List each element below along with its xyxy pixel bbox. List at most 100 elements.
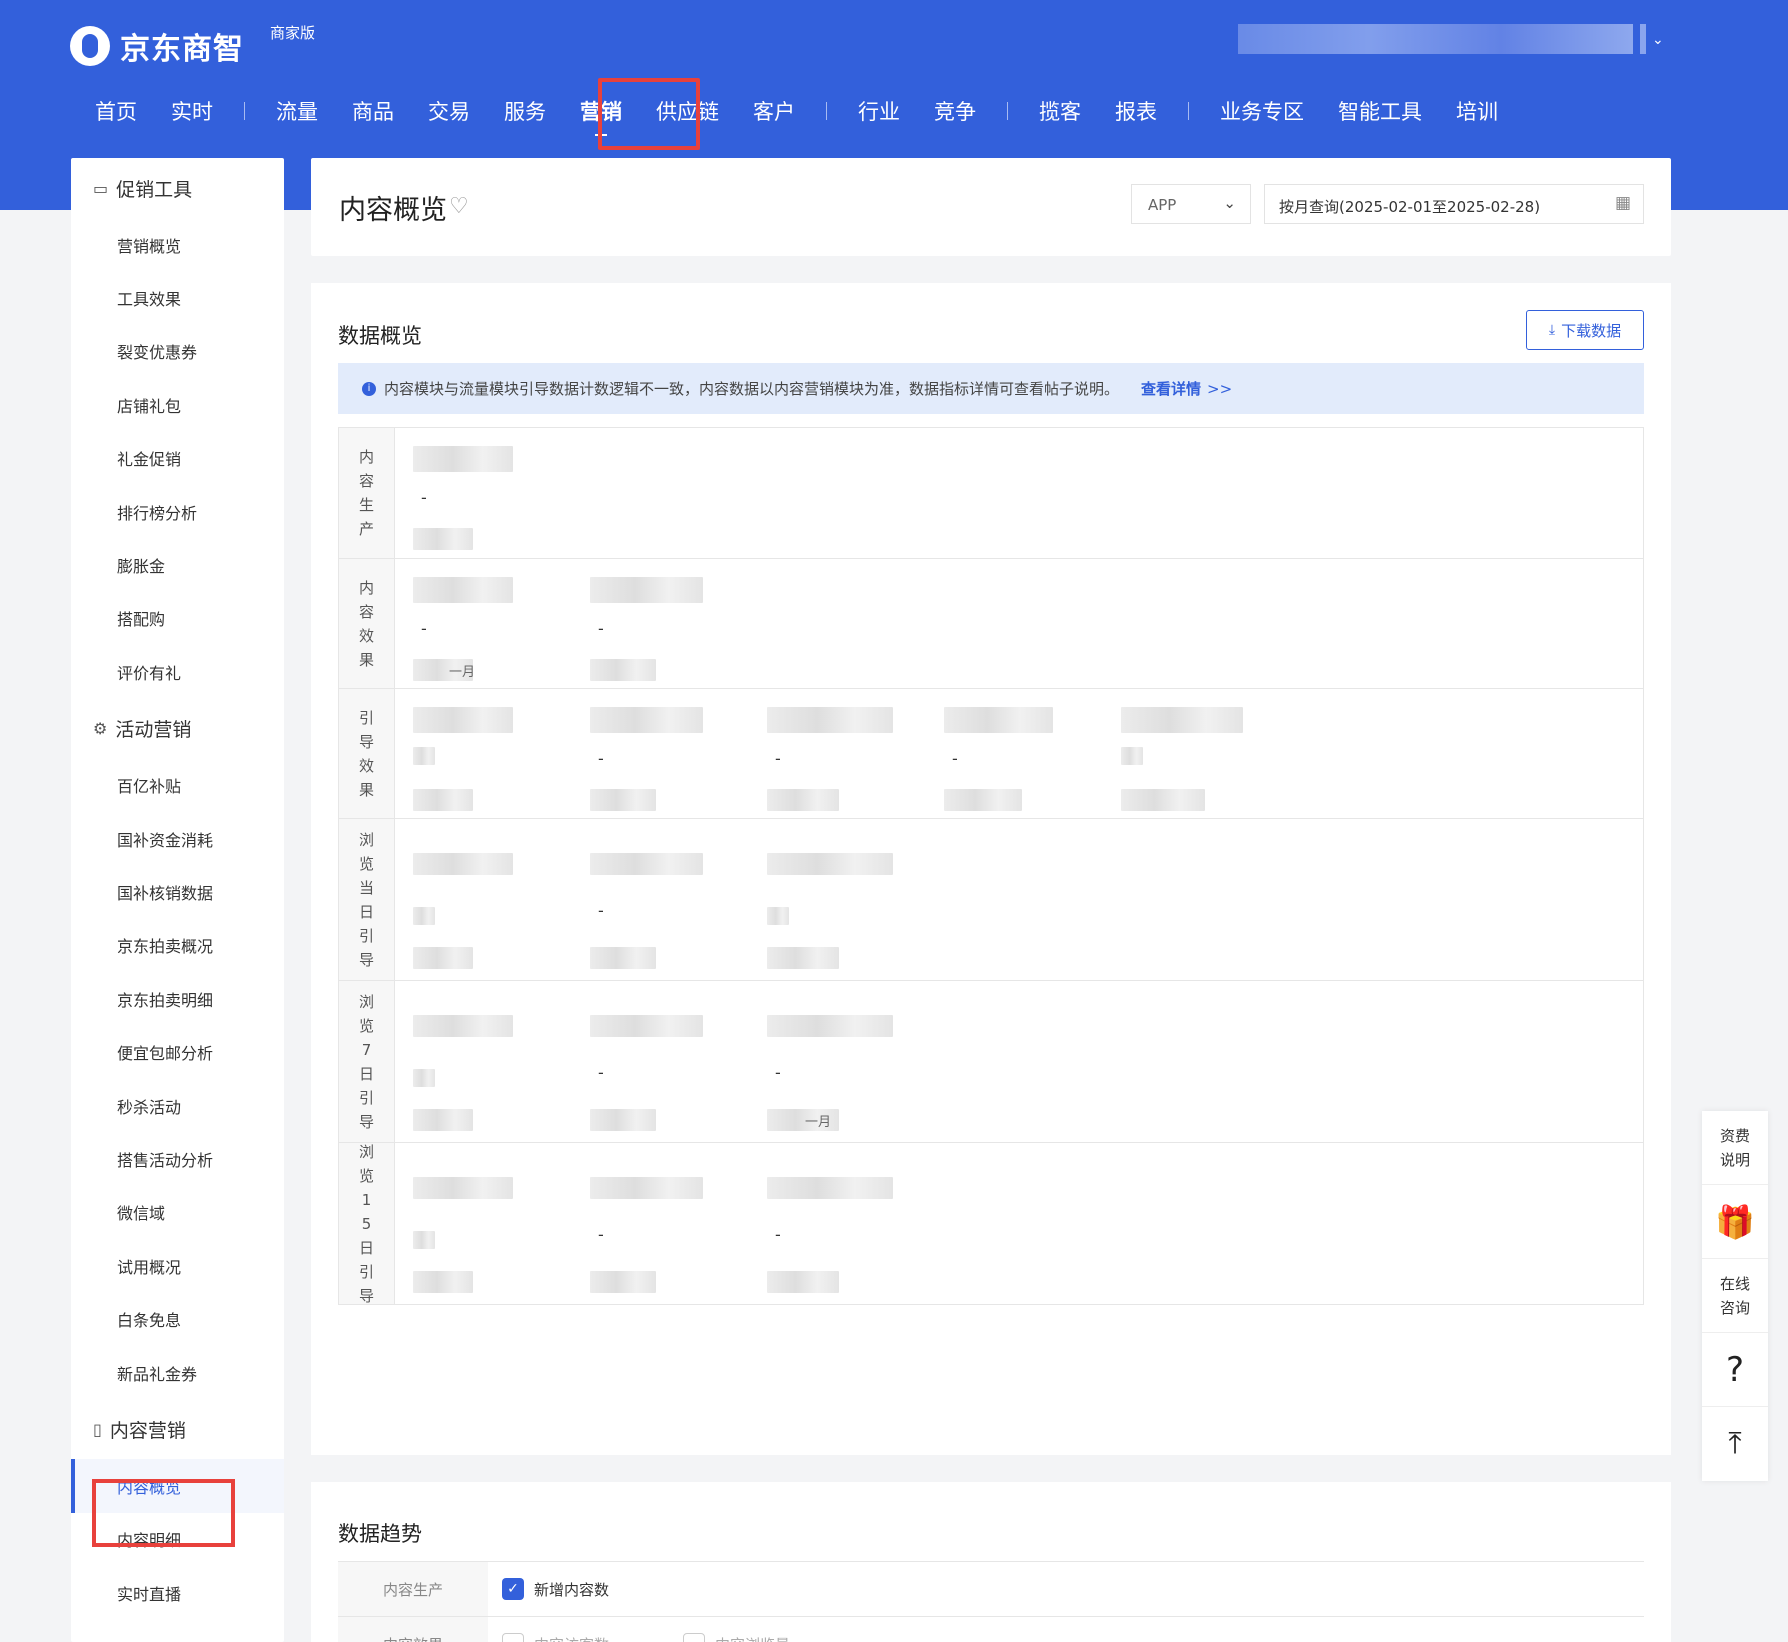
metric-cell: [767, 837, 947, 969]
sidebar-item[interactable]: 内容概览: [71, 1459, 284, 1513]
metric-cell: -: [767, 1161, 947, 1293]
sidebar-item[interactable]: 白条免息: [71, 1292, 284, 1345]
metric-cell: -: [590, 999, 770, 1131]
date-range-picker[interactable]: 按月查询(2025-02-01至2025-02-28) ▦: [1264, 184, 1644, 224]
nav-item[interactable]: 报表: [1098, 96, 1174, 126]
download-label: 下载数据: [1561, 321, 1622, 340]
page-title: 内容概览: [339, 195, 447, 226]
nav-item[interactable]: 揽客: [1022, 96, 1098, 126]
sidebar-item[interactable]: 百亿补贴: [71, 759, 284, 812]
nav-item[interactable]: 业务专区: [1203, 96, 1321, 126]
metric-row-label-text: 浏览7日引导: [358, 992, 374, 1131]
sidebar-group-label: 内容营销: [109, 1419, 186, 1442]
nav-item[interactable]: 实时: [154, 96, 230, 126]
blurred-compare-value: [590, 789, 656, 811]
trend-metric-checkbox[interactable]: 内容浏览量: [669, 1617, 790, 1642]
sidebar-item[interactable]: 搭配购: [71, 592, 284, 645]
user-account-info[interactable]: [1238, 24, 1633, 54]
sidebar-item[interactable]: 新品礼金券: [71, 1346, 284, 1399]
sidebar-item[interactable]: 便宜包邮分析: [71, 1025, 284, 1078]
favorite-heart-icon[interactable]: ♡: [449, 194, 469, 219]
logo-icon: [70, 26, 110, 66]
sidebar-item[interactable]: 排行榜分析: [71, 485, 284, 538]
sidebar-item[interactable]: 试用概况: [71, 1239, 284, 1292]
nav-item[interactable]: 智能工具: [1321, 96, 1439, 126]
download-data-button[interactable]: ⤓ 下载数据: [1526, 310, 1644, 350]
metric-cell: [1121, 707, 1301, 817]
checkbox-label: 内容浏览量: [715, 1634, 790, 1642]
sidebar-item[interactable]: 秒杀活动: [71, 1079, 284, 1132]
sidebar-item[interactable]: 内容明细: [71, 1513, 284, 1566]
metric-row-label-text: 浏览当日引导: [358, 830, 374, 969]
metric-cell: - 一月: [767, 999, 947, 1131]
sidebar-item[interactable]: 膨胀金: [71, 538, 284, 591]
nav-item[interactable]: 商品: [335, 96, 411, 126]
metric-value: -: [598, 1225, 604, 1244]
sidebar-item[interactable]: 裂变优惠券: [71, 325, 284, 378]
blurred-metric-value: [413, 1069, 435, 1087]
sidebar-item[interactable]: 评价有礼: [71, 645, 284, 698]
blurred-compare-value: [413, 528, 473, 550]
trend-metric-table: 内容生产 ✓ 新增内容数内容效果内容访客数 内容浏览量: [338, 1561, 1644, 1642]
checkbox-icon: ✓: [502, 1578, 524, 1600]
back-to-top-icon[interactable]: ⤒: [1702, 1407, 1768, 1481]
trend-row: 内容生产 ✓ 新增内容数: [338, 1562, 1644, 1617]
sidebar-item[interactable]: 京东拍卖明细: [71, 972, 284, 1025]
blurred-metric-name: [590, 1177, 703, 1199]
help-icon[interactable]: ?: [1702, 1333, 1768, 1407]
calendar-icon: ▦: [1614, 193, 1631, 213]
sidebar-group-title[interactable]: ▯ 内容营销: [71, 1399, 284, 1459]
blurred-metric-name: [590, 1015, 703, 1037]
sidebar-item[interactable]: 营销概览: [71, 218, 284, 271]
chevron-down-icon[interactable]: ⌄: [1652, 32, 1664, 48]
platform-select[interactable]: APP ⌄: [1131, 184, 1251, 224]
nav-item[interactable]: 交易: [411, 96, 487, 126]
metric-cell: [413, 837, 593, 969]
sidebar-group-title[interactable]: ⚙ 活动营销: [71, 699, 284, 759]
nav-item[interactable]: 首页: [78, 96, 154, 126]
sidebar-item[interactable]: 礼金促销: [71, 432, 284, 485]
sidebar-item[interactable]: 京东拍卖概况: [71, 919, 284, 972]
metric-value: -: [598, 901, 604, 920]
sidebar-item[interactable]: 实时直播: [71, 1566, 284, 1619]
metric-value: -: [952, 749, 958, 768]
gift-icon[interactable]: 🎁: [1702, 1185, 1768, 1259]
platform-select-value: APP: [1148, 196, 1177, 214]
edition-label: 商家版: [270, 24, 316, 42]
nav-item[interactable]: 行业: [841, 96, 917, 126]
sidebar-item[interactable]: 店铺礼包: [71, 378, 284, 431]
page-header: 内容概览 ♡ APP ⌄ 按月查询(2025-02-01至2025-02-28)…: [311, 158, 1671, 256]
sidebar-item[interactable]: 工具效果: [71, 271, 284, 324]
metric-row: 浏览7日引导 - - 一月: [339, 980, 1643, 1142]
blurred-compare-value: [413, 947, 473, 969]
nav-item[interactable]: 竞争: [917, 96, 993, 126]
nav-item[interactable]: 服务: [487, 96, 563, 126]
logo[interactable]: 京东商智: [70, 24, 244, 68]
sidebar-item[interactable]: 微信域: [71, 1186, 284, 1239]
nav-item[interactable]: 客户: [736, 96, 812, 126]
blurred-metric-name: [590, 707, 703, 733]
nav-item[interactable]: 流量: [259, 96, 335, 126]
nav-item[interactable]: 培训: [1439, 96, 1515, 126]
metric-row-body: --: [395, 1143, 1643, 1304]
view-details-link[interactable]: 查看详情: [1141, 378, 1201, 399]
nav-item[interactable]: 营销: [563, 96, 639, 136]
trend-metric-checkbox[interactable]: ✓ 新增内容数: [488, 1562, 609, 1616]
gift-box-icon: ▭: [93, 178, 109, 198]
metric-cell: [413, 999, 593, 1131]
fee-explanation-button[interactable]: 资费说明: [1702, 1111, 1768, 1185]
sidebar-item[interactable]: 搭售活动分析: [71, 1132, 284, 1185]
section-title: 数据趋势: [338, 1522, 422, 1546]
metric-row-body: - - 一月: [395, 981, 1643, 1142]
online-consult-button[interactable]: 在线咨询: [1702, 1259, 1768, 1333]
metric-value: -: [421, 619, 427, 638]
nav-item[interactable]: 供应链: [639, 96, 736, 126]
blurred-metric-name: [767, 853, 893, 875]
sidebar-item[interactable]: 国补资金消耗: [71, 812, 284, 865]
sidebar-group-title[interactable]: ▭ 促销工具: [71, 158, 284, 218]
nav-divider: [1007, 102, 1008, 120]
trend-metric-checkbox[interactable]: 内容访客数: [488, 1617, 609, 1642]
blurred-metric-name: [413, 707, 513, 733]
sidebar-group-label: 活动营销: [115, 719, 192, 742]
sidebar-item[interactable]: 国补核销数据: [71, 865, 284, 918]
